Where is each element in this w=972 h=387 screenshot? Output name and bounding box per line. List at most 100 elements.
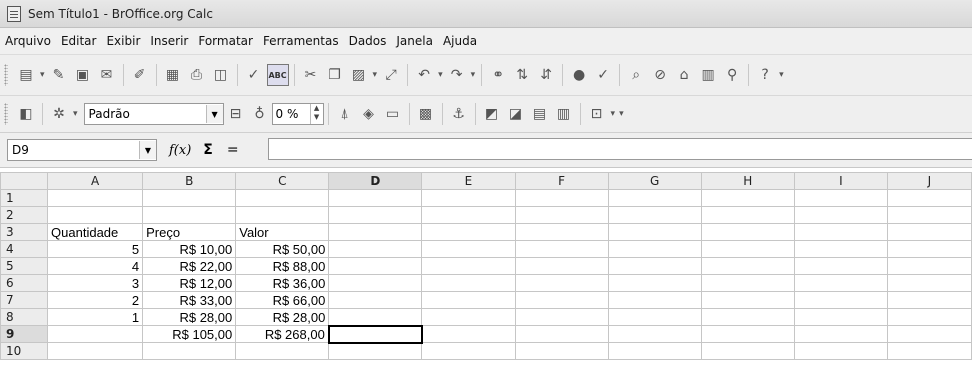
cell-i9[interactable] <box>793 325 888 343</box>
autospellcheck-icon[interactable]: ABC <box>266 64 289 86</box>
function-wizard-icon[interactable]: f(x) <box>169 143 191 158</box>
cell-a1[interactable] <box>47 189 144 207</box>
clone-format-icon[interactable]: ⤢ <box>380 64 402 86</box>
to-background-icon[interactable]: ▥ <box>553 103 575 125</box>
cell-e6[interactable] <box>421 274 516 292</box>
cell-c6[interactable]: R$ 36,00 <box>235 274 330 292</box>
align-icon[interactable]: ⍋ <box>334 103 356 125</box>
cell-j1[interactable] <box>886 189 972 207</box>
edit-file-icon[interactable]: ✐ <box>129 64 151 86</box>
cell-g1[interactable] <box>607 189 702 207</box>
chevron-down-icon[interactable]: ▼ <box>139 141 156 159</box>
style-select[interactable]: Padrão ▼ <box>83 103 224 125</box>
sort-descending-icon[interactable]: ⇵ <box>535 64 557 86</box>
column-header-c[interactable]: C <box>235 172 330 190</box>
cell-i5[interactable] <box>793 257 888 275</box>
cell-g7[interactable] <box>607 291 702 309</box>
cell-j2[interactable] <box>886 206 972 224</box>
cell-a10[interactable] <box>47 342 144 360</box>
paste-icon[interactable]: ▨ <box>348 64 370 86</box>
datasource-icon[interactable]: ▥ <box>697 64 719 86</box>
cell-h1[interactable] <box>700 189 795 207</box>
cell-f4[interactable] <box>514 240 609 258</box>
cell-j8[interactable] <box>886 308 972 326</box>
cell-f3[interactable] <box>514 223 609 241</box>
cell-d9[interactable] <box>327 324 423 344</box>
cell-e8[interactable] <box>421 308 516 326</box>
cell-i3[interactable] <box>793 223 888 241</box>
to-foreground-icon[interactable]: ▤ <box>529 103 551 125</box>
cell-b4[interactable]: R$ 10,00 <box>142 240 237 258</box>
cell-e3[interactable] <box>421 223 516 241</box>
cell-h8[interactable] <box>700 308 795 326</box>
cell-a3[interactable]: Quantidade <box>47 223 144 241</box>
cell-c3[interactable]: Valor <box>235 223 330 241</box>
menu-inserir[interactable]: Inserir <box>145 34 193 48</box>
column-header-h[interactable]: H <box>700 172 795 190</box>
row-header[interactable]: 6 <box>0 274 49 292</box>
paint-icon[interactable]: ◈ <box>358 103 380 125</box>
cell-j5[interactable] <box>886 257 972 275</box>
cell-d4[interactable] <box>328 240 423 258</box>
cell-g10[interactable] <box>607 342 702 360</box>
cell-a9[interactable] <box>47 325 144 343</box>
cell-a5[interactable]: 4 <box>47 257 144 275</box>
chevron-down-icon[interactable]: ▼ <box>205 105 223 123</box>
menu-ferramentas[interactable]: Ferramentas <box>258 34 344 48</box>
arrange-icon[interactable]: ⊡ <box>586 103 608 125</box>
cell-f10[interactable] <box>514 342 609 360</box>
cell-j9[interactable] <box>886 325 972 343</box>
select-all-corner[interactable] <box>0 172 49 190</box>
cell-j6[interactable] <box>886 274 972 292</box>
sort-ascending-icon[interactable]: ⇅ <box>511 64 533 86</box>
fill-format-icon[interactable]: ✲ <box>48 103 70 125</box>
row-header[interactable]: 4 <box>0 240 49 258</box>
column-header-b[interactable]: B <box>142 172 237 190</box>
cell-i6[interactable] <box>793 274 888 292</box>
cell-a4[interactable]: 5 <box>47 240 144 258</box>
cell-b7[interactable]: R$ 33,00 <box>142 291 237 309</box>
anchor-icon[interactable]: ⚓ <box>448 103 470 125</box>
cell-h10[interactable] <box>700 342 795 360</box>
cell-a6[interactable]: 3 <box>47 274 144 292</box>
cell-h2[interactable] <box>700 206 795 224</box>
sum-icon[interactable]: Σ <box>203 142 213 158</box>
cell-h5[interactable] <box>700 257 795 275</box>
cell-a8[interactable]: 1 <box>47 308 144 326</box>
cell-i2[interactable] <box>793 206 888 224</box>
cell-h6[interactable] <box>700 274 795 292</box>
cell-a7[interactable]: 2 <box>47 291 144 309</box>
column-header-a[interactable]: A <box>47 172 144 190</box>
cell-b3[interactable]: Preço <box>142 223 237 241</box>
cell-c7[interactable]: R$ 66,00 <box>235 291 330 309</box>
menu-formatar[interactable]: Formatar <box>193 34 258 48</box>
cell-c9[interactable]: R$ 268,00 <box>235 325 330 343</box>
cell-g3[interactable] <box>607 223 702 241</box>
fill-dropdown-caret[interactable]: ▾ <box>73 109 78 119</box>
formula-input[interactable] <box>268 138 972 160</box>
cell-b9[interactable]: R$ 105,00 <box>142 325 237 343</box>
cell-c5[interactable]: R$ 88,00 <box>235 257 330 275</box>
save-icon[interactable]: ▣ <box>72 64 94 86</box>
row-header[interactable]: 3 <box>0 223 49 241</box>
undo-icon[interactable]: ↶ <box>413 64 435 86</box>
undo-dropdown-caret[interactable]: ▾ <box>438 70 443 80</box>
gallery-icon[interactable]: ⌂ <box>673 64 695 86</box>
cell-i1[interactable] <box>793 189 888 207</box>
chart-icon[interactable]: ● <box>568 64 590 86</box>
cell-d10[interactable] <box>328 342 423 360</box>
cell-c2[interactable] <box>235 206 330 224</box>
cell-d3[interactable] <box>328 223 423 241</box>
column-header-e[interactable]: E <box>421 172 516 190</box>
cell-d7[interactable] <box>328 291 423 309</box>
find-replace-icon[interactable]: ⌕ <box>625 64 647 86</box>
column-header-g[interactable]: G <box>607 172 702 190</box>
copy-icon[interactable]: ❐ <box>324 64 346 86</box>
cell-c1[interactable] <box>235 189 330 207</box>
cell-h3[interactable] <box>700 223 795 241</box>
styles-formatting-icon[interactable]: ◧ <box>15 103 37 125</box>
menu-editar[interactable]: Editar <box>56 34 102 48</box>
cell-b2[interactable] <box>142 206 237 224</box>
export-pdf-icon[interactable]: ▦ <box>162 64 184 86</box>
row-header[interactable]: 10 <box>0 342 49 360</box>
